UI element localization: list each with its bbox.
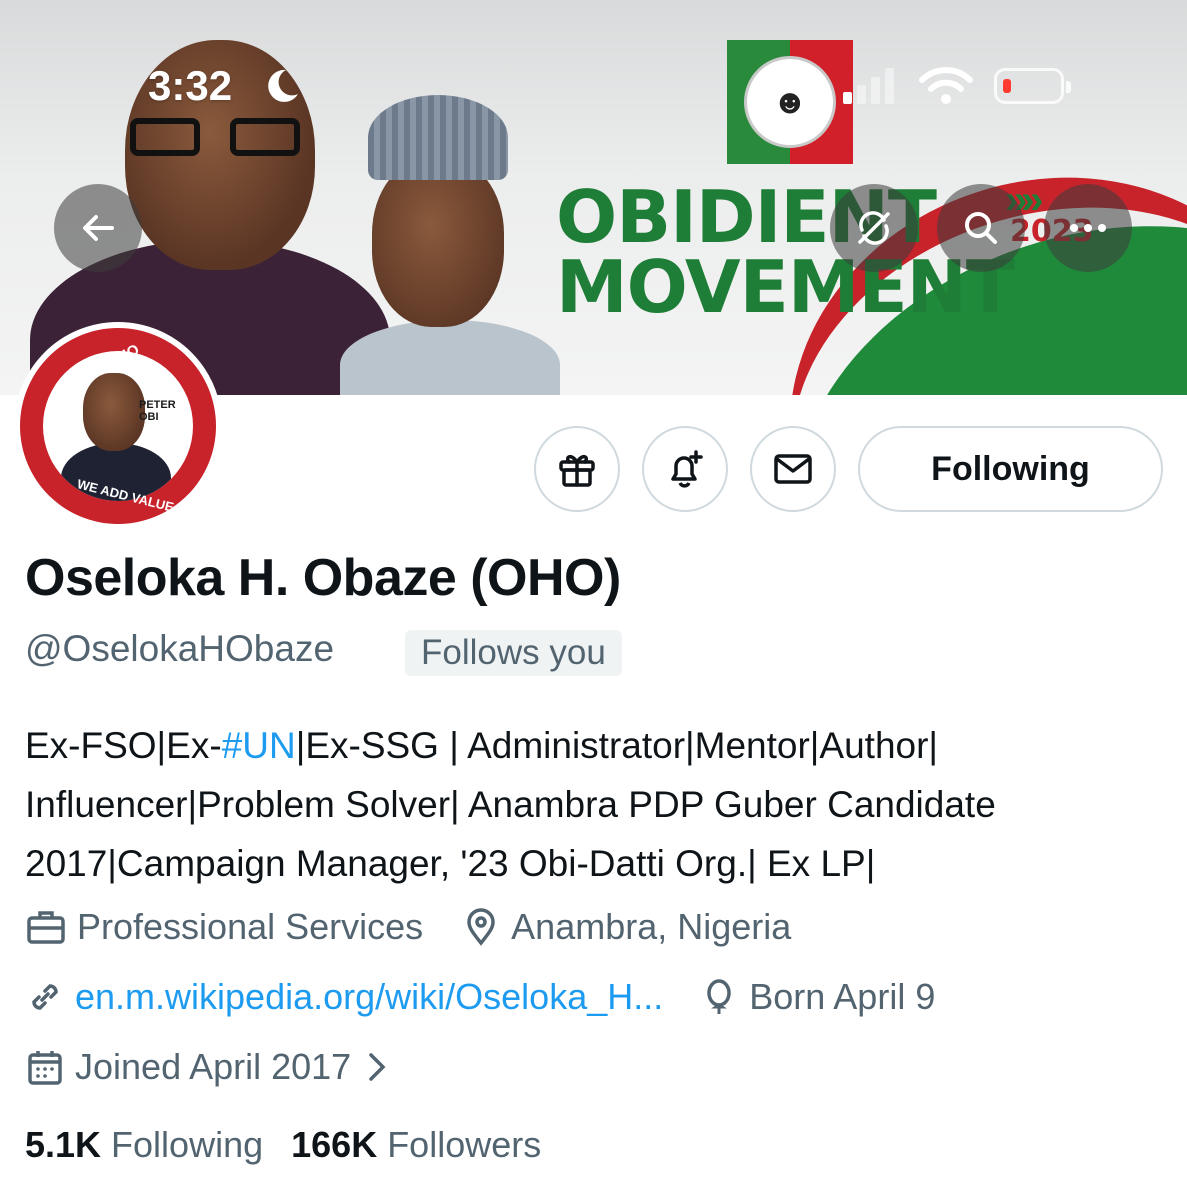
cellular-signal-icon [843, 68, 894, 104]
avatar-name-text: PETER OBI [139, 399, 176, 423]
arrow-left-icon [83, 215, 114, 241]
status-time: 3:32 [148, 62, 233, 109]
notifications-button[interactable] [642, 426, 728, 512]
profile-website[interactable]: en.m.wikipedia.org/wiki/Oseloka_H... [25, 976, 663, 1018]
banner-person-right [340, 95, 560, 395]
sync-off-button[interactable] [830, 184, 918, 272]
joined-text: Joined April 2017 [75, 1046, 352, 1087]
back-button[interactable] [54, 184, 142, 272]
message-button[interactable] [750, 426, 836, 512]
following-count: 5.1K [25, 1124, 102, 1165]
profile-bio: Ex-FSO|Ex-#UN|Ex-SSG | Administrator|Men… [25, 716, 1165, 893]
battery-low-icon [994, 68, 1071, 104]
bio-hashtag-link[interactable]: #UN [222, 725, 296, 766]
balloon-icon [707, 979, 731, 1014]
labour-party-logo: ☻ [727, 40, 853, 164]
follows-you-badge: Follows you [405, 630, 622, 676]
profile-category: Professional Services [25, 906, 423, 948]
profile-birthday: Born April 9 [699, 976, 935, 1018]
followers-count: 166K [291, 1124, 378, 1165]
followers-label: Followers [387, 1124, 542, 1165]
briefcase-icon [27, 911, 65, 944]
more-icon [1070, 224, 1106, 232]
following-label: Following [111, 1124, 264, 1165]
profile-name: Oseloka H. Obaze (OHO) [25, 549, 621, 607]
profile-handle: @OselokaHObaze [25, 628, 335, 669]
joined-date[interactable]: Joined April 2017 [25, 1046, 401, 1088]
gift-button[interactable] [534, 426, 620, 512]
profile-meta-row-2: en.m.wikipedia.org/wiki/Oseloka_H... Bor… [25, 976, 935, 1018]
mail-icon [774, 454, 812, 484]
sync-off-icon [858, 211, 890, 245]
birthday-text: Born April 9 [749, 976, 936, 1017]
banner-headline-line2: MOVEMENT [556, 245, 1015, 329]
wifi-icon [919, 67, 973, 104]
search-icon [965, 212, 997, 244]
following-stat[interactable]: 5.1K Following [25, 1124, 263, 1166]
chevron-right-icon [369, 1053, 386, 1081]
more-button[interactable] [1044, 184, 1132, 272]
profile-joined[interactable]: Joined April 2017 [25, 1046, 401, 1088]
calendar-icon [28, 1051, 62, 1085]
website-link[interactable]: en.m.wikipedia.org/wiki/Oseloka_H... [75, 976, 663, 1018]
following-button[interactable]: Following [858, 426, 1163, 512]
avatar[interactable]: TEAMOHO PETER OBI WE ADD VALUE [14, 322, 222, 530]
profile-meta-row-1: Professional Services Anambra, Nigeria [25, 906, 791, 948]
bell-plus-icon [671, 450, 703, 488]
avatar-photo: PETER OBI [43, 351, 193, 501]
search-button[interactable] [937, 184, 1025, 272]
profile-stats: 5.1K Following 166K Followers [25, 1124, 541, 1166]
profile-location: Anambra, Nigeria [461, 906, 791, 948]
location-pin-icon [467, 908, 495, 946]
category-text: Professional Services [77, 906, 424, 947]
followers-stat[interactable]: 166K Followers [291, 1124, 541, 1166]
gift-icon [559, 454, 595, 487]
location-text: Anambra, Nigeria [511, 906, 792, 947]
bio-text-start: Ex-FSO|Ex- [25, 725, 222, 766]
moon-icon [268, 69, 298, 102]
avatar-ring: TEAMOHO PETER OBI WE ADD VALUE [20, 328, 216, 524]
link-icon [32, 984, 58, 1010]
